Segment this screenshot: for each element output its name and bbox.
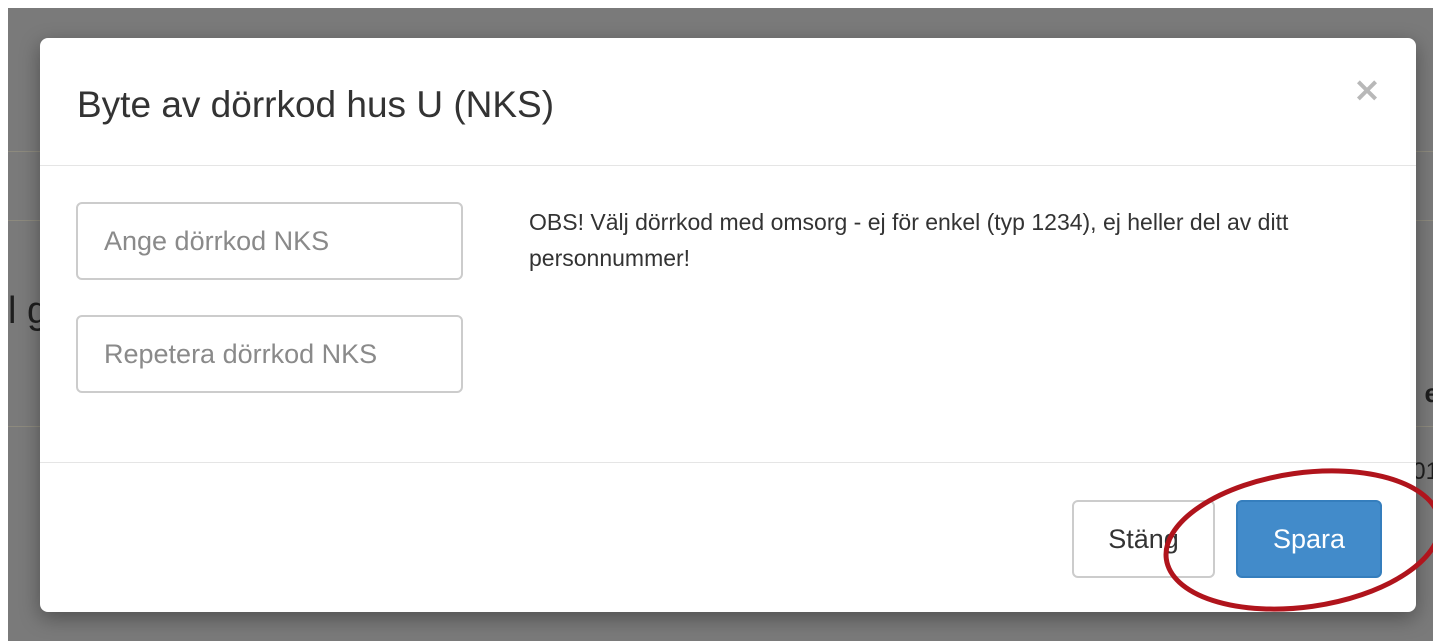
close-icon[interactable]: × (1352, 72, 1382, 108)
dialog-footer: Stäng Spara (40, 462, 1416, 612)
background-text-fragment: e (1424, 378, 1433, 408)
change-door-code-dialog: Byte av dörrkod hus U (NKS) × OBS! Välj … (40, 38, 1416, 612)
dialog-header: Byte av dörrkod hus U (NKS) × (40, 38, 1416, 166)
save-button[interactable]: Spara (1236, 500, 1382, 578)
close-button[interactable]: Stäng (1072, 500, 1215, 578)
dialog-title: Byte av dörrkod hus U (NKS) (77, 84, 555, 125)
repeat-door-code-input[interactable] (76, 315, 463, 393)
door-code-notice: OBS! Välj dörrkod med omsorg - ej för en… (529, 209, 1289, 271)
dialog-body: OBS! Välj dörrkod med omsorg - ej för en… (40, 166, 1416, 462)
door-code-input[interactable] (76, 202, 463, 280)
